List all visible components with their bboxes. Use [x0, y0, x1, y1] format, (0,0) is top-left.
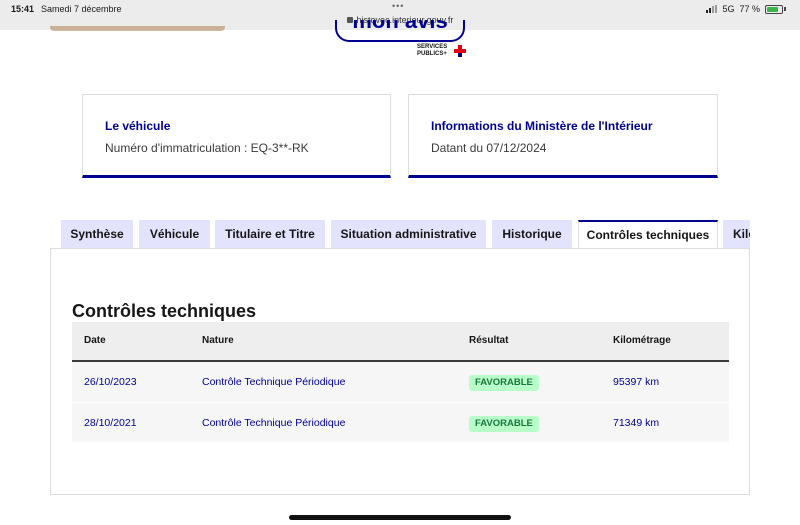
table-header: Date Nature Résultat Kilométrage	[72, 322, 729, 362]
status-date: Samedi 7 décembre	[41, 4, 122, 14]
logo-text-services: SERVICES	[417, 44, 448, 50]
signal-icon	[706, 5, 718, 13]
vehicle-card-value: Numéro d'immatriculation : EQ-3**-RK	[105, 141, 309, 155]
vehicle-card: Le véhicule Numéro d'immatriculation : E…	[82, 94, 391, 178]
network-type: 5G	[722, 4, 735, 14]
battery-percent: 77 %	[739, 4, 760, 14]
tab-situation[interactable]: Situation administrative	[331, 220, 486, 249]
header-banner-edge	[50, 26, 225, 31]
status-time: 15:41	[11, 4, 35, 14]
vehicle-card-title: Le véhicule	[105, 119, 171, 133]
tab-controles-techniques[interactable]: Contrôles techniques	[578, 220, 718, 249]
home-indicator[interactable]	[289, 515, 511, 520]
table-row: 28/10/2021 Contrôle Technique Périodique…	[72, 402, 729, 442]
result-badge: FAVORABLE	[469, 416, 539, 432]
col-kilometrage: Kilométrage	[613, 335, 671, 346]
ministry-card-value: Datant du 07/12/2024	[431, 141, 547, 155]
plus-logo-icon	[454, 45, 466, 57]
col-resultat: Résultat	[469, 335, 509, 346]
row-nature: Contrôle Technique Périodique	[202, 417, 346, 429]
services-publics-logo: SERVICES PUBLICS+	[417, 44, 447, 58]
result-badge: FAVORABLE	[469, 375, 539, 391]
status-indicators: 5G 77 %	[706, 4, 786, 14]
tab-titulaire[interactable]: Titulaire et Titre	[215, 220, 325, 249]
col-nature: Nature	[202, 335, 234, 346]
avis-button-label: mon avis	[352, 20, 448, 33]
row-date: 26/10/2023	[84, 376, 137, 388]
tab-kilometrage[interactable]: Kilométrage	[723, 220, 750, 249]
table-row: 26/10/2023 Contrôle Technique Périodique…	[72, 362, 729, 402]
logo-text-publics: PUBLICS+	[417, 51, 447, 57]
row-result: FAVORABLE	[469, 362, 539, 402]
row-km: 95397 km	[613, 376, 660, 388]
row-nature: Contrôle Technique Périodique	[202, 376, 346, 388]
tab-vehicule[interactable]: Véhicule	[139, 220, 210, 249]
row-date: 28/10/2021	[84, 417, 137, 429]
tab-bar: Synthèse Véhicule Titulaire et Titre Sit…	[61, 220, 750, 249]
section-title: Contrôles techniques	[72, 301, 257, 321]
controls-table: Date Nature Résultat Kilométrage 26/10/2…	[72, 322, 729, 442]
tab-historique[interactable]: Historique	[492, 220, 572, 249]
col-date: Date	[84, 335, 106, 346]
tab-synthese[interactable]: Synthèse	[61, 220, 133, 249]
more-dots-icon[interactable]: •••	[392, 1, 404, 11]
avis-button[interactable]: mon avis	[335, 20, 465, 42]
row-km: 71349 km	[613, 417, 660, 429]
ministry-card: Informations du Ministère de l'Intérieur…	[408, 94, 718, 178]
ministry-card-title: Informations du Ministère de l'Intérieur	[431, 119, 653, 133]
battery-cap	[784, 7, 786, 11]
battery-icon	[765, 4, 783, 14]
row-result: FAVORABLE	[469, 403, 539, 443]
tab-panel: Contrôles techniques Date Nature Résulta…	[50, 248, 750, 495]
